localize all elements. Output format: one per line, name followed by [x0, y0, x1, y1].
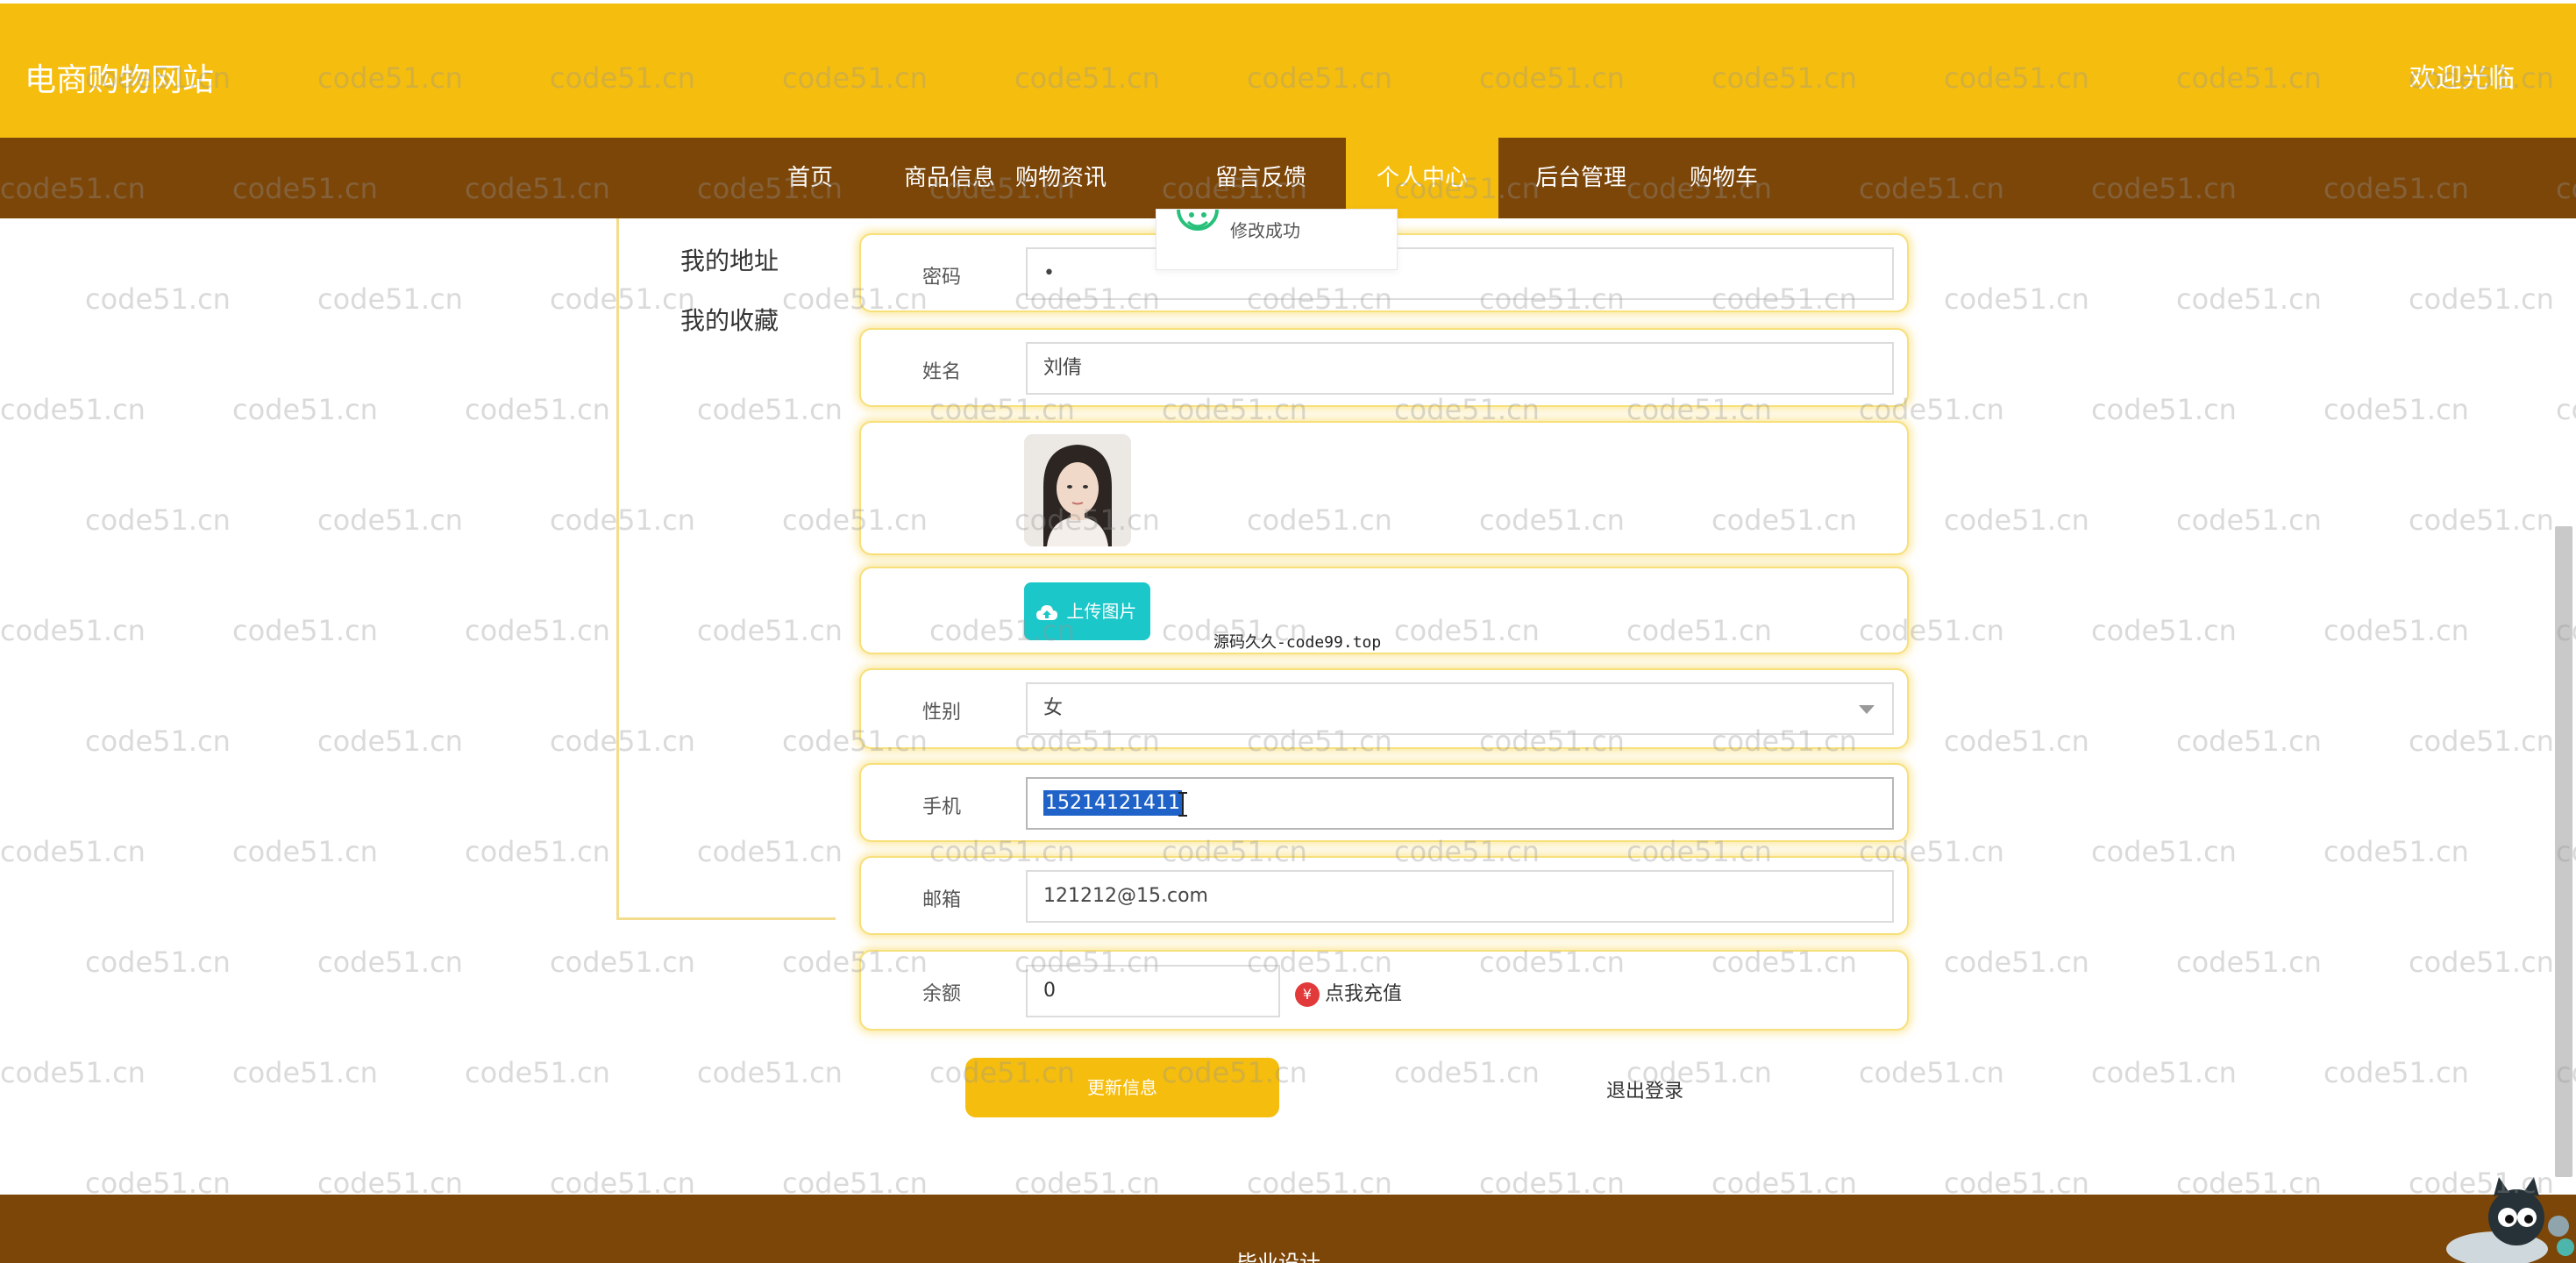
success-toast: 修改成功 [1156, 209, 1398, 270]
watermark-text: code51.cn [85, 503, 231, 537]
watermark-text: code51.cn [232, 835, 378, 868]
balance-row: 余额 0 ¥ 点我充值 [859, 950, 1909, 1031]
watermark-text: code51.cn [0, 835, 146, 868]
name-row: 姓名 刘倩 [859, 328, 1909, 407]
password-label: 密码 [922, 267, 962, 289]
top-header: 电商购物网站 欢迎光临 [0, 4, 2576, 138]
watermark-text: code51.cn [2323, 1056, 2469, 1089]
phone-value: 15214121411 [1043, 790, 1182, 816]
watermark-text: code51.cn [2409, 503, 2554, 537]
sidebar-item-favorites[interactable]: 我的收藏 [680, 302, 779, 337]
welcome-text: 欢迎光临 [2409, 63, 2515, 94]
watermark-text: code51.cn [2091, 1056, 2237, 1089]
text-cursor-icon [1177, 788, 1189, 837]
toast-message: 修改成功 [1230, 220, 1300, 241]
watermark-text: code51.cn [2176, 503, 2322, 537]
watermark-text: code51.cn [1944, 724, 2089, 758]
phone-field[interactable]: 15214121411 [1026, 777, 1894, 830]
recharge-link[interactable]: ¥ 点我充值 [1295, 978, 1402, 1007]
watermark-text: code51.cn [2323, 393, 2469, 426]
watermark-text: code51.cn [0, 393, 146, 426]
footer-text: 毕业设计 [1236, 1251, 1320, 1263]
phone-row: 手机 15214121411 [859, 763, 1909, 842]
watermark-text: code51.cn [2556, 393, 2576, 426]
nav-item-feedback[interactable]: 留言反馈 [1208, 138, 1313, 218]
yuan-coin-icon: ¥ [1295, 982, 1320, 1007]
watermark-text: code51.cn [2091, 393, 2237, 426]
main-nav: 首页 商品信息 购物资讯 留言反馈 个人中心 后台管理 购物车 [0, 138, 2576, 218]
upload-image-button[interactable]: 上传图片 [1024, 582, 1150, 640]
logout-link[interactable]: 退出登录 [1606, 1075, 1683, 1103]
source-caption: 源码久久-code99.top [1213, 633, 1382, 652]
watermark-text: code51.cn [2323, 614, 2469, 647]
name-field[interactable]: 刘倩 [1026, 342, 1894, 395]
watermark-text: code51.cn [2409, 724, 2554, 758]
watermark-text: code51.cn [1859, 1056, 2004, 1089]
watermark-text: code51.cn [465, 1056, 610, 1089]
balance-field[interactable]: 0 [1026, 965, 1280, 1017]
phone-label: 手机 [922, 796, 962, 818]
chevron-down-icon [1859, 705, 1875, 714]
watermark-text: code51.cn [1944, 945, 2089, 979]
smile-icon [1176, 209, 1220, 248]
app-root: 电商购物网站 欢迎光临 首页 商品信息 购物资讯 留言反馈 个人中心 后台管理 … [0, 0, 2576, 1263]
watermark-text: code51.cn [317, 945, 463, 979]
avatar-row [859, 421, 1909, 555]
watermark-text: code51.cn [2176, 945, 2322, 979]
watermark-text: code51.cn [0, 1056, 146, 1089]
gender-label: 性别 [922, 702, 962, 724]
watermark-text: code51.cn [232, 1056, 378, 1089]
watermark-text: code51.cn [2091, 614, 2237, 647]
watermark-text: code51.cn [2176, 724, 2322, 758]
page-scrollbar[interactable] [2555, 526, 2572, 1177]
watermark-text: code51.cn [232, 393, 378, 426]
watermark-text: code51.cn [2409, 945, 2554, 979]
nav-item-home[interactable]: 首页 [772, 138, 849, 218]
watermark-text: code51.cn [697, 1056, 843, 1089]
watermark-text: code51.cn [2176, 282, 2322, 316]
watermark-text: code51.cn [1944, 282, 2089, 316]
watermark-text: code51.cn [550, 945, 695, 979]
cat-mascot-icon[interactable] [2436, 1174, 2576, 1263]
nav-item-admin[interactable]: 后台管理 [1528, 138, 1633, 218]
watermark-text: code51.cn [2409, 282, 2554, 316]
watermark-text: code51.cn [317, 724, 463, 758]
nav-item-cart[interactable]: 购物车 [1680, 138, 1768, 218]
update-info-button[interactable]: 更新信息 [965, 1058, 1279, 1117]
avatar-image[interactable] [1024, 434, 1131, 546]
watermark-text: code51.cn [85, 945, 231, 979]
name-label: 姓名 [922, 361, 962, 383]
watermark-text: code51.cn [317, 503, 463, 537]
upload-button-label: 上传图片 [1066, 601, 1137, 622]
gender-select[interactable]: 女 [1026, 682, 1894, 735]
upload-row [859, 567, 1909, 654]
footer: 毕业设计 [0, 1195, 2576, 1263]
email-row: 邮箱 121212@15.com [859, 856, 1909, 935]
watermark-text: code51.cn [85, 724, 231, 758]
balance-label: 余额 [922, 983, 962, 1005]
watermark-text: code51.cn [465, 835, 610, 868]
watermark-text: code51.cn [465, 393, 610, 426]
watermark-text: code51.cn [1394, 1056, 1540, 1089]
gender-value: 女 [1043, 697, 1064, 719]
nav-item-products[interactable]: 商品信息 [897, 138, 1002, 218]
watermark-text: code51.cn [232, 614, 378, 647]
email-field[interactable]: 121212@15.com [1026, 870, 1894, 923]
watermark-text: code51.cn [317, 282, 463, 316]
nav-item-news[interactable]: 购物资讯 [1008, 138, 1114, 218]
watermark-text: code51.cn [0, 614, 146, 647]
personal-sidebar: 我的地址 我的收藏 [616, 218, 836, 920]
site-title[interactable]: 电商购物网站 [25, 54, 214, 100]
watermark-text: code51.cn [1944, 503, 2089, 537]
email-label: 邮箱 [922, 889, 962, 911]
gender-row: 性别 女 [859, 668, 1909, 749]
watermark-text: code51.cn [2323, 835, 2469, 868]
cloud-upload-icon [1036, 601, 1066, 622]
watermark-text: code51.cn [2091, 835, 2237, 868]
nav-item-personal-center[interactable]: 个人中心 [1346, 138, 1498, 218]
watermark-text: code51.cn [85, 282, 231, 316]
sidebar-item-address[interactable]: 我的地址 [680, 242, 779, 277]
recharge-label: 点我充值 [1325, 983, 1403, 1005]
watermark-text: code51.cn [465, 614, 610, 647]
